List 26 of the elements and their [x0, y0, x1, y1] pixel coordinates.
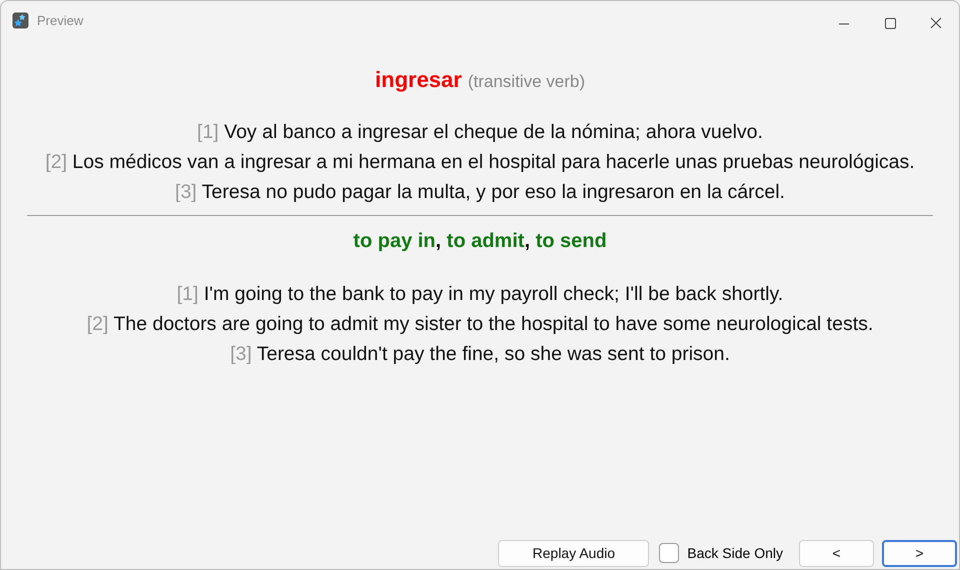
part-of-speech: (transitive verb) [468, 72, 585, 92]
example-sentence: Los médicos van a ingresar a mi hermana en el hospital para hacerle unas pruebas neurológicas. [72, 151, 915, 173]
replay-audio-button[interactable]: Replay Audio [498, 540, 650, 566]
translation: to send [536, 230, 607, 253]
translated-sentence: Teresa couldn't pay the fine, so she was sent to prison. [256, 343, 730, 365]
example-number: [1] [176, 283, 198, 305]
separator: , [436, 230, 442, 253]
headword: ingresar [375, 67, 462, 93]
checkbox-label: Back Side Only [687, 545, 783, 561]
translation: to pay in [353, 230, 436, 253]
example-number: [1] [197, 121, 219, 143]
example-sentence: Teresa no pudo pagar la multa, y por eso la ingresaron en la cárcel. [202, 181, 785, 203]
previous-button[interactable]: < [799, 540, 874, 566]
translated-sentence: I'm going to the bank to pay in my payroll check; I'll be back shortly. [204, 283, 784, 305]
example-sentence: Voy al banco a ingresar el cheque de la nómina; ahora vuelvo. [224, 121, 763, 143]
checkbox[interactable] [659, 543, 680, 563]
example-number: [3] [175, 181, 197, 203]
example-number: [3] [230, 343, 252, 365]
translation: to admit [446, 230, 524, 253]
window-title: Preview [37, 12, 84, 28]
example-number: [2] [45, 151, 67, 173]
app-icon [12, 12, 29, 28]
separator: , [524, 230, 530, 253]
translated-sentence: The doctors are going to admit my sister to the hospital to have some neurological tests. [113, 313, 874, 335]
example-number: [2] [86, 313, 108, 335]
next-button[interactable]: > [882, 540, 957, 566]
